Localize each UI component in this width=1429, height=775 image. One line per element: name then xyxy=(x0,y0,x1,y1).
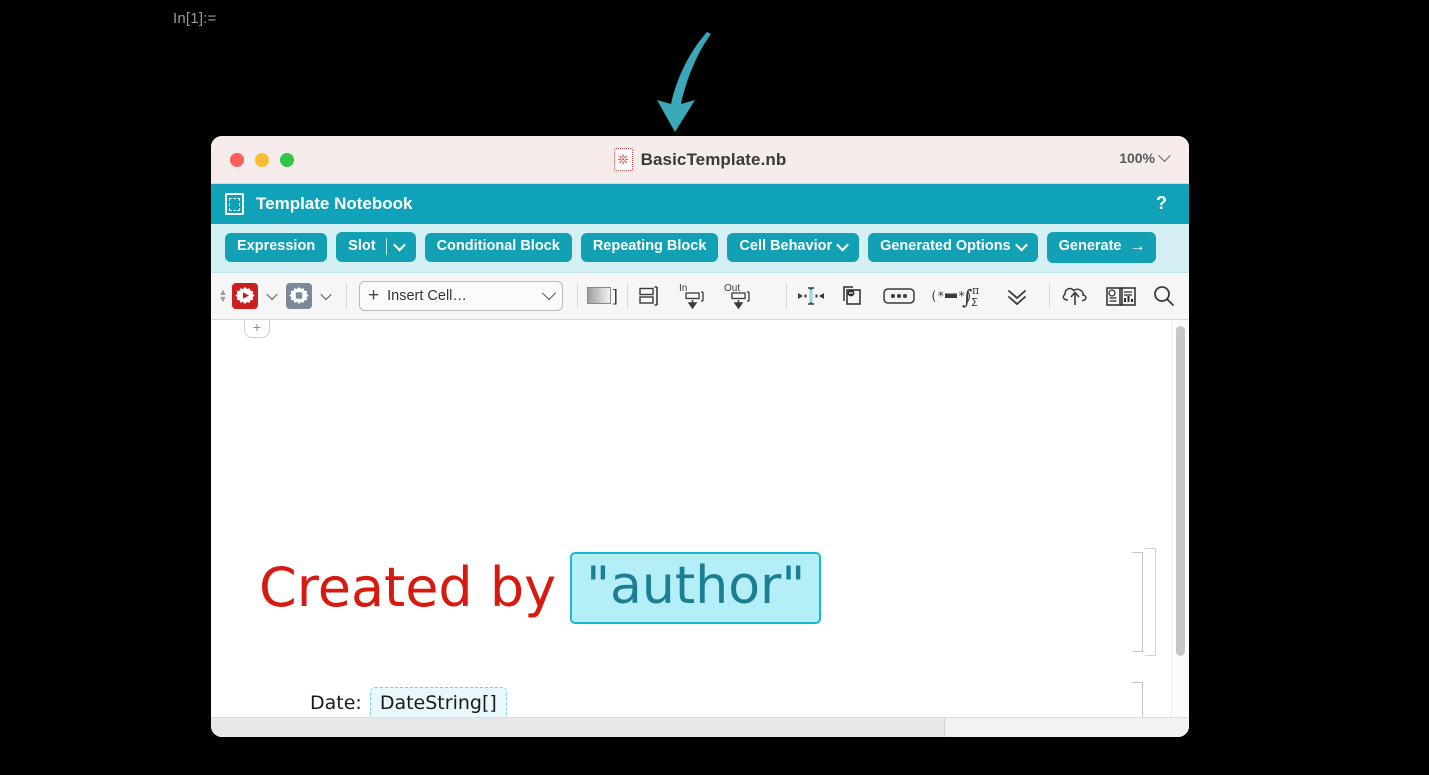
toolbar-collapse-handle[interactable]: ▲ ▼ xyxy=(217,287,229,303)
author-slot[interactable]: "author" xyxy=(570,551,822,624)
zoom-level-value: 100% xyxy=(1119,150,1155,166)
evaluate-notebook-icon[interactable] xyxy=(232,282,258,309)
slot-button-label: Slot xyxy=(348,237,376,254)
toolbar-divider xyxy=(626,282,628,309)
insert-cell-dropdown[interactable]: + Insert Cell… xyxy=(359,280,563,311)
cell-behavior-button[interactable]: Cell Behavior xyxy=(727,232,860,262)
expression-button-label: Expression xyxy=(237,237,316,254)
expression-button[interactable]: Expression xyxy=(225,232,328,262)
cloud-upload-icon[interactable] xyxy=(1059,283,1091,309)
date-slot[interactable]: DateString[] xyxy=(369,686,507,717)
notebook-window: ❊ BasicTemplate.nb 100% Template Noteboo… xyxy=(211,136,1189,737)
repeating-block-button-label: Repeating Block xyxy=(592,237,707,254)
date-cell[interactable]: Date: DateString[] xyxy=(310,686,507,717)
title-cell[interactable]: Created by "author" xyxy=(259,551,822,624)
notebook-content-area: + Created by "author" Date: DateString[]… xyxy=(211,319,1189,717)
search-icon[interactable] xyxy=(1151,283,1177,309)
plus-icon: + xyxy=(368,285,380,307)
in-prompt-label: In[1]:= xyxy=(173,10,217,27)
scrollbar-corner xyxy=(1172,718,1189,737)
template-notebook-icon xyxy=(225,193,244,215)
window-titlebar: ❊ BasicTemplate.nb 100% xyxy=(211,136,1189,184)
horizontal-scrollbar-thumb[interactable] xyxy=(211,718,945,737)
output-cell-icon[interactable]: Out xyxy=(723,281,761,311)
slot-button-divider xyxy=(385,238,387,256)
notebook-toolbar: ▲ ▼ + Insert Cell…] In Out (* *) ∫ π Σ xyxy=(211,272,1189,320)
conditional-block-button-label: Conditional Block xyxy=(436,237,560,254)
generated-options-button-label: Generated Options xyxy=(880,237,1011,254)
toolbar-divider xyxy=(785,282,787,309)
repeating-block-button[interactable]: Repeating Block xyxy=(580,232,719,262)
close-window-button[interactable] xyxy=(230,153,244,167)
evaluation-controls xyxy=(232,282,337,309)
ellipsis-icon[interactable] xyxy=(882,285,916,307)
zoom-level-control[interactable]: 100% xyxy=(1119,148,1171,166)
horizontal-scrollbar[interactable] xyxy=(211,717,1189,737)
generated-options-button[interactable]: Generated Options xyxy=(868,232,1038,262)
cell-behavior-button-label: Cell Behavior xyxy=(739,237,833,254)
toolbar-right-group: ∫ π Σ xyxy=(960,281,1177,311)
chevron-down-icon xyxy=(836,239,849,252)
cell-bracket-title-outer[interactable] xyxy=(1145,547,1156,656)
chevron-down-icon[interactable] xyxy=(266,288,278,300)
chevron-down-icon xyxy=(541,285,557,300)
cell-bracket-title-inner[interactable] xyxy=(1132,551,1143,652)
cell-gradient-icon xyxy=(587,287,611,305)
mathematica-notebook-icon: ❊ xyxy=(613,148,633,171)
screenshot-root: In[1]:= ❊ BasicTemplate.nb 100% Template… xyxy=(0,0,1429,775)
chevron-down-icon[interactable] xyxy=(320,288,332,300)
template-header-title: Template Notebook xyxy=(256,194,413,213)
chevron-down-icon xyxy=(1158,148,1171,162)
template-toolbar: Expression Slot Conditional Block Repeat… xyxy=(211,224,1189,273)
template-notebook-header: Template Notebook ? xyxy=(211,184,1189,224)
insert-cell-label: Insert Cell… xyxy=(387,287,467,304)
chevron-down-icon[interactable] xyxy=(392,239,406,252)
math-palette-icon[interactable]: ∫ π Σ xyxy=(960,281,992,311)
title-static-text: Created by xyxy=(259,555,557,619)
maximize-window-button[interactable] xyxy=(280,153,294,167)
window-title: BasicTemplate.nb xyxy=(640,149,787,169)
documentation-icon[interactable] xyxy=(1105,283,1137,309)
minimize-window-button[interactable] xyxy=(255,153,269,167)
add-cell-tab[interactable]: + xyxy=(244,319,270,338)
bracket-glyph: ] xyxy=(613,285,618,305)
split-cell-icon[interactable] xyxy=(637,284,663,308)
generate-button-label: Generate xyxy=(1058,237,1122,254)
arrow-right-icon: → xyxy=(1129,238,1146,255)
window-title-group: ❊ BasicTemplate.nb xyxy=(211,136,1189,183)
abort-evaluation-icon[interactable] xyxy=(286,282,312,309)
duplicate-cell-icon[interactable] xyxy=(840,284,866,308)
vertical-scrollbar[interactable] xyxy=(1171,319,1189,717)
toolbar-divider xyxy=(1049,282,1050,309)
svg-text:(*: (* xyxy=(930,289,944,303)
toolbar-divider xyxy=(577,282,578,309)
vertical-scrollbar-thumb[interactable] xyxy=(1176,325,1185,656)
text-cursor-icon[interactable] xyxy=(796,285,826,307)
conditional-block-button[interactable]: Conditional Block xyxy=(424,232,572,262)
cell-bracket-date[interactable] xyxy=(1132,681,1143,717)
chevron-down-icon xyxy=(1014,239,1028,252)
cell-bracket-icon[interactable]: ] xyxy=(587,286,618,306)
chevron-double-down-icon[interactable] xyxy=(1004,285,1030,307)
svg-text:Σ: Σ xyxy=(971,296,978,309)
annotation-arrow-icon xyxy=(657,32,711,132)
input-cell-icon[interactable]: In xyxy=(677,281,711,311)
help-button[interactable]: ? xyxy=(1156,193,1167,214)
toolbar-divider xyxy=(346,282,347,309)
generate-button[interactable]: Generate → xyxy=(1046,232,1156,263)
date-label: Date: xyxy=(310,692,362,715)
slot-button[interactable]: Slot xyxy=(336,232,416,263)
